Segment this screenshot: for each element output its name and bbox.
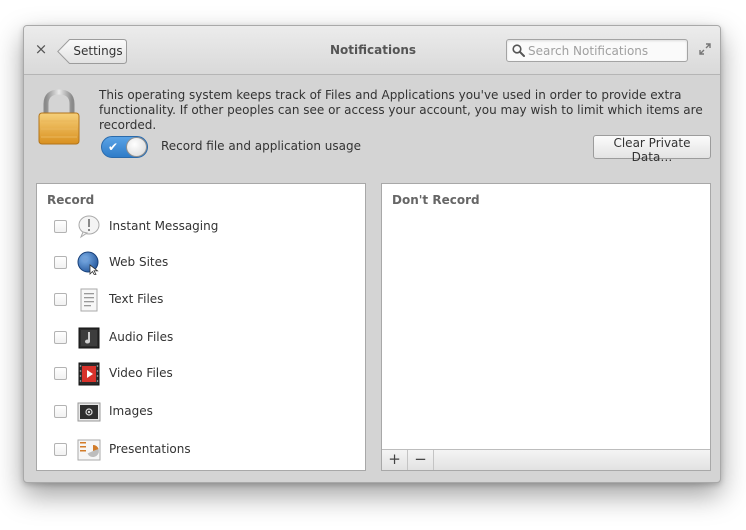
record-panel-title: Record — [47, 193, 95, 207]
audio-files-icon — [78, 327, 100, 349]
record-item-presentations[interactable]: Presentations — [37, 437, 363, 463]
dont-record-panel-title: Don't Record — [392, 193, 480, 207]
record-item-instant-messaging[interactable]: Instant Messaging — [37, 214, 363, 240]
record-item-label: Video Files — [109, 366, 173, 380]
checkbox[interactable] — [54, 220, 67, 233]
search-icon — [512, 44, 525, 57]
record-item-text-files[interactable]: Text Files — [37, 287, 363, 313]
record-item-label: Images — [109, 404, 153, 418]
add-button[interactable]: + — [382, 450, 408, 470]
settings-window: × Settings Notifications Search Notifica… — [23, 25, 721, 483]
checkbox[interactable] — [54, 293, 67, 306]
video-files-icon — [78, 362, 100, 386]
record-item-label: Audio Files — [109, 330, 174, 344]
record-usage-toggle[interactable]: ✔ — [101, 136, 148, 158]
window-title: Notifications — [329, 43, 417, 57]
checkbox[interactable] — [54, 367, 67, 380]
toggle-label: Record file and application usage — [161, 139, 361, 153]
back-button-label: Settings — [73, 44, 123, 58]
web-sites-icon — [77, 251, 99, 275]
titlebar: × Settings Notifications — [24, 26, 720, 75]
back-button-settings[interactable]: Settings — [57, 39, 127, 64]
toggle-knob — [126, 137, 147, 157]
close-button[interactable]: × — [34, 41, 48, 57]
record-item-label: Web Sites — [109, 255, 169, 269]
checkbox[interactable] — [54, 256, 67, 269]
search-input[interactable] — [528, 41, 684, 60]
images-icon — [77, 402, 101, 422]
maximize-icon[interactable] — [699, 43, 711, 55]
record-item-label: Text Files — [109, 292, 164, 306]
record-item-web-sites[interactable]: Web Sites — [37, 250, 363, 276]
checkbox[interactable] — [54, 405, 67, 418]
privacy-description: This operating system keeps track of Fil… — [99, 88, 703, 132]
text-files-icon — [80, 288, 98, 312]
search-field[interactable] — [506, 39, 688, 62]
dont-record-panel: Don't Record + − — [381, 183, 711, 471]
record-item-images[interactable]: Images — [37, 399, 363, 425]
record-item-audio-files[interactable]: Audio Files — [37, 325, 363, 351]
remove-button[interactable]: − — [408, 450, 434, 470]
record-item-label: Presentations — [109, 442, 191, 456]
record-panel: Record Instant Messaging Web Sites Text … — [36, 183, 366, 471]
record-item-video-files[interactable]: Video Files — [37, 361, 363, 387]
instant-messaging-icon — [78, 215, 100, 239]
clear-private-data-button[interactable]: Clear Private Data… — [593, 135, 711, 164]
padlock-icon — [38, 89, 80, 145]
dont-record-toolbar: + − — [382, 449, 710, 470]
presentations-icon — [77, 439, 101, 461]
checkbox[interactable] — [54, 443, 67, 456]
record-item-label: Instant Messaging — [109, 219, 219, 233]
checkbox[interactable] — [54, 331, 67, 344]
check-icon: ✔ — [108, 140, 119, 154]
